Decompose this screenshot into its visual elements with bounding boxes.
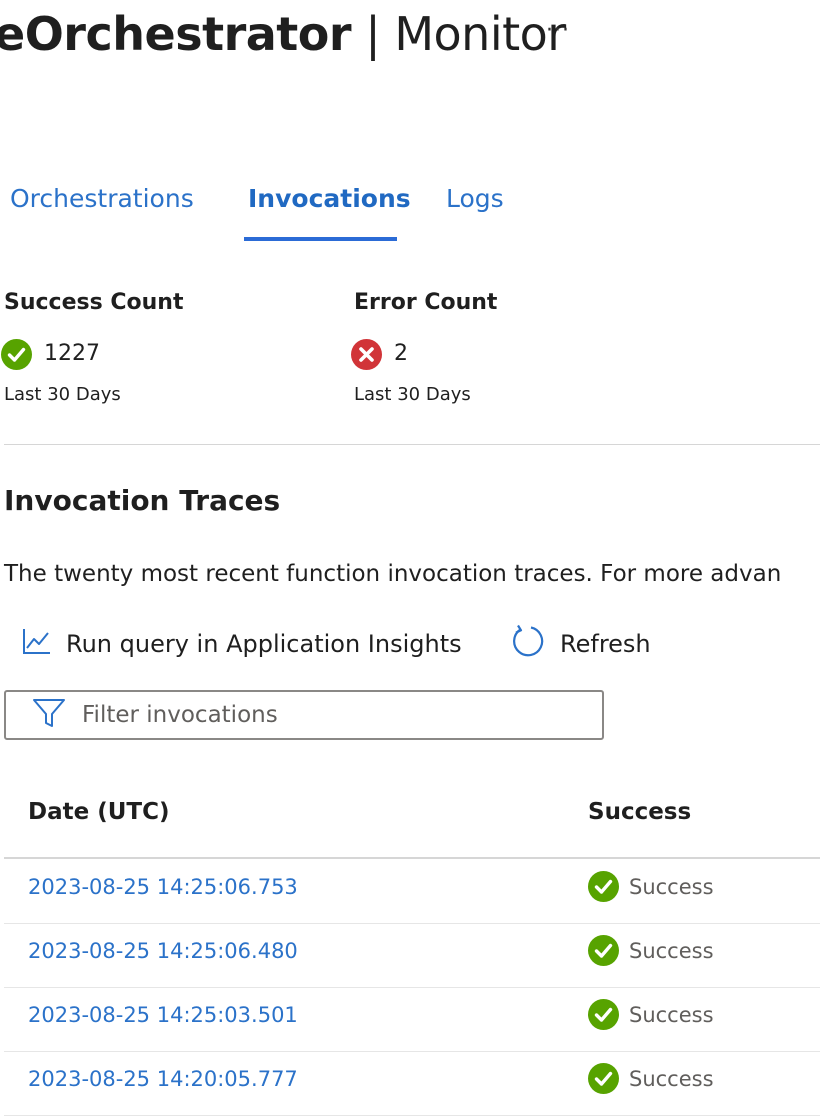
invocation-date-link[interactable]: 2023-08-25 14:25:03.501	[28, 1003, 298, 1027]
status-label: Success	[629, 874, 714, 899]
stats-divider	[4, 444, 820, 445]
error-count-period: Last 30 Days	[354, 384, 471, 405]
invocation-date-link[interactable]: 2023-08-25 14:25:06.753	[28, 875, 298, 899]
resource-name: eOrchestrator	[0, 7, 352, 61]
status-label: Success	[629, 938, 714, 963]
invocation-date-link[interactable]: 2023-08-25 14:20:05.777	[28, 1067, 298, 1091]
tab-logs[interactable]: Logs	[446, 181, 504, 217]
run-query-button[interactable]: Run query in Application Insights	[22, 624, 462, 664]
invocation-status: Success	[588, 935, 714, 966]
run-query-label: Run query in Application Insights	[66, 630, 462, 658]
page-title: eOrchestrator | Monitor	[0, 4, 566, 64]
invocation-traces-heading: Invocation Traces	[4, 484, 281, 517]
success-count-title: Success Count	[4, 290, 184, 315]
check-circle-icon	[588, 1063, 619, 1094]
title-separator: |	[365, 7, 381, 61]
table-row: 2023-08-25 14:25:06.753 Success	[4, 859, 820, 924]
invocation-traces-description: The twenty most recent function invocati…	[4, 561, 782, 587]
column-header-date[interactable]: Date (UTC)	[28, 799, 169, 825]
refresh-button[interactable]: Refresh	[510, 624, 651, 664]
table-row: 2023-08-25 14:25:03.501 Success	[4, 987, 820, 1052]
check-circle-icon	[1, 339, 32, 370]
filter-box	[4, 690, 604, 740]
active-tab-indicator	[244, 237, 397, 241]
tab-orchestrations[interactable]: Orchestrations	[10, 181, 194, 217]
check-circle-icon	[588, 935, 619, 966]
column-header-success[interactable]: Success	[588, 799, 691, 825]
check-circle-icon	[588, 999, 619, 1030]
success-count-period: Last 30 Days	[4, 384, 121, 405]
invocation-status: Success	[588, 1063, 714, 1094]
refresh-icon	[510, 623, 560, 665]
status-label: Success	[629, 1066, 714, 1091]
invocation-date-link[interactable]: 2023-08-25 14:25:06.480	[28, 939, 298, 963]
filter-invocations-input[interactable]	[80, 701, 564, 729]
tab-invocations[interactable]: Invocations	[248, 181, 411, 217]
chart-line-icon	[22, 626, 66, 662]
error-count-title: Error Count	[354, 290, 498, 315]
refresh-label: Refresh	[560, 630, 651, 658]
error-circle-icon	[351, 339, 382, 370]
filter-icon	[6, 697, 80, 733]
invocation-status: Success	[588, 871, 714, 902]
success-count-value: 1227	[44, 341, 100, 366]
table-row: 2023-08-25 14:20:05.777 Success	[4, 1051, 820, 1116]
error-count-value: 2	[394, 341, 408, 366]
status-label: Success	[629, 1002, 714, 1027]
page-section-name: Monitor	[394, 7, 566, 61]
more-options-button[interactable]: ···	[546, 18, 570, 43]
check-circle-icon	[588, 871, 619, 902]
table-row: 2023-08-25 14:25:06.480 Success	[4, 923, 820, 988]
invocation-status: Success	[588, 999, 714, 1030]
